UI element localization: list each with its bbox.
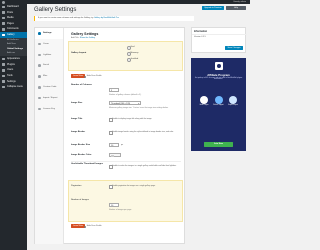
- affiliate-promo-banner: Affiliate Program Get paid up to 40% for…: [191, 58, 246, 151]
- hide-free-fields-link-2[interactable]: Hide Free Fields: [84, 225, 102, 228]
- columns-label: Number of Columns: [71, 84, 92, 86]
- tab-misc[interactable]: Misc: [35, 71, 63, 82]
- howdy-user-link[interactable]: Howdy, admin: [233, 1, 246, 3]
- misc-icon: [38, 75, 41, 78]
- settings-icon: [2, 80, 5, 83]
- media-icon: [2, 16, 5, 20]
- hide-free-fields-link[interactable]: Hide Free Fields: [84, 75, 102, 78]
- users-icon: [2, 68, 5, 72]
- pro-notice: If you want to create more columns and s…: [34, 16, 194, 21]
- bestwebsoft-logo-icon: [214, 62, 223, 70]
- gallery-submenu: All Galleries Add New Global Settings Ad…: [0, 37, 27, 57]
- tab-settings[interactable]: Settings: [35, 28, 63, 39]
- border-color-picker[interactable]: [109, 153, 121, 158]
- key-icon: [38, 107, 41, 111]
- image-size-label: Image Size: [71, 102, 83, 104]
- gallery-icon: [2, 33, 5, 37]
- image-title-checkbox[interactable]: Enable to display image title along with…: [109, 118, 179, 123]
- gallery-layout-label: Gallery Layout: [71, 52, 87, 54]
- layout-radio-justified[interactable]: Justified: [127, 58, 138, 63]
- dashboard-icon: [2, 5, 5, 9]
- settings-tabs: Settings Cover Lightbox Social Misc Cust…: [35, 28, 64, 244]
- gear-icon: [38, 32, 41, 35]
- page-icon: [2, 22, 5, 25]
- number-images-label: Number of Images: [71, 199, 89, 201]
- import-export-icon: [38, 96, 41, 100]
- payout-feature-icon: [229, 96, 237, 104]
- share-icon: [38, 64, 41, 67]
- border-size-label: Image Border Size: [71, 144, 91, 146]
- upgrade-button[interactable]: Upgrade to Premium: [202, 5, 224, 10]
- promo-subtitle: Get paid up to 40% for every sale you re…: [194, 78, 243, 80]
- promo-feature-2: Perfect Support: [212, 96, 226, 106]
- image-size-desc: Maximum gallery image size. 'Custom' use…: [109, 106, 169, 109]
- help-button[interactable]: Help: [226, 5, 246, 10]
- unclickable-thumbnails-label: Unclickable Thumbnail Images: [71, 163, 103, 165]
- border-size-unit: px: [121, 143, 124, 146]
- layout-radio-masonry[interactable]: Masonry: [127, 52, 138, 57]
- border-size-input[interactable]: 10: [109, 143, 119, 148]
- wrench-icon: [2, 74, 5, 78]
- admin-sidebar-menu: Dashboard Posts Media Pages Comments Gal…: [0, 4, 27, 250]
- page-title: Gallery Settings: [34, 7, 77, 13]
- settings-content: Gallery Settings Add Title: Show the Gal…: [65, 28, 185, 244]
- collapse-icon: [2, 85, 5, 89]
- plugin-icon: [2, 63, 5, 66]
- information-box: Information Version 4.5.5 Save Changes: [191, 27, 247, 53]
- columns-desc: Number of gallery columns (default is 3)…: [109, 93, 142, 96]
- version-text: Version 4.5.5: [194, 36, 206, 38]
- save-changes-button[interactable]: Save Changes: [225, 46, 243, 51]
- unclickable-thumbnails-checkbox[interactable]: Enable to make the images in a single ga…: [109, 165, 179, 170]
- information-title: Information: [194, 30, 208, 33]
- notice-text: If you want to create more columns and s…: [38, 17, 94, 19]
- color-swatch: [110, 154, 114, 158]
- lightbox-icon: [38, 53, 41, 57]
- number-images-input[interactable]: 10: [109, 203, 119, 208]
- pro-layout-block: [68, 41, 183, 71]
- image-title-label: Image Title: [71, 118, 83, 120]
- image-border-checkbox[interactable]: Enable image border using the styles def…: [109, 131, 179, 136]
- menu-item-collapse[interactable]: Collapse menu: [0, 84, 27, 90]
- tab-import-export[interactable]: Import / Export: [35, 93, 63, 104]
- border-color-label: Image Border Color: [71, 154, 92, 156]
- settings-panel: Settings Cover Lightbox Social Misc Cust…: [34, 27, 185, 244]
- join-now-button[interactable]: Join Now: [204, 142, 233, 147]
- layout-radio-grid[interactable]: Grid: [127, 46, 134, 51]
- comment-icon: [2, 27, 5, 31]
- submenu-item-add-ons[interactable]: Add-ons: [0, 51, 27, 55]
- promo-feature-3: Simple Payout: [226, 96, 240, 106]
- show-gallery-link[interactable]: Show the Gallery: [80, 37, 95, 39]
- columns-input[interactable]: 3: [109, 88, 119, 93]
- support-feature-icon: [214, 96, 223, 104]
- notice-pro-link[interactable]: Gallery by BestWebSoft Pro: [94, 17, 119, 19]
- pagination-checkbox[interactable]: Enable pagination for images on a single…: [109, 185, 179, 190]
- promo-feature-1: Great Plugins: [197, 96, 211, 106]
- admin-bar: Howdy, admin: [0, 0, 250, 4]
- section-subtitle: Add Title: Show the Gallery: [71, 37, 96, 39]
- pin-icon: [2, 11, 5, 14]
- tab-custom-code[interactable]: Custom Code: [35, 82, 63, 93]
- brush-icon: [2, 57, 5, 61]
- image-border-label: Image Border: [71, 131, 86, 133]
- plugin-feature-icon: [200, 96, 208, 104]
- promo-title: Affiliate Program: [207, 73, 230, 77]
- tab-license-key[interactable]: License Key: [35, 104, 63, 115]
- code-icon: [38, 85, 41, 89]
- tab-cover[interactable]: Cover: [35, 39, 63, 50]
- tab-lightbox[interactable]: Lightbox: [35, 50, 63, 61]
- menu-item-gallery[interactable]: Gallery: [0, 31, 27, 38]
- section-title: Gallery Settings: [71, 32, 99, 36]
- tab-social[interactable]: Social: [35, 60, 63, 71]
- number-images-desc: Number of images per page.: [109, 209, 132, 211]
- image-icon: [38, 42, 41, 46]
- image-size-select[interactable]: Thumbnail (160 × 120): [109, 101, 141, 106]
- pagination-label: Pagination: [71, 185, 82, 187]
